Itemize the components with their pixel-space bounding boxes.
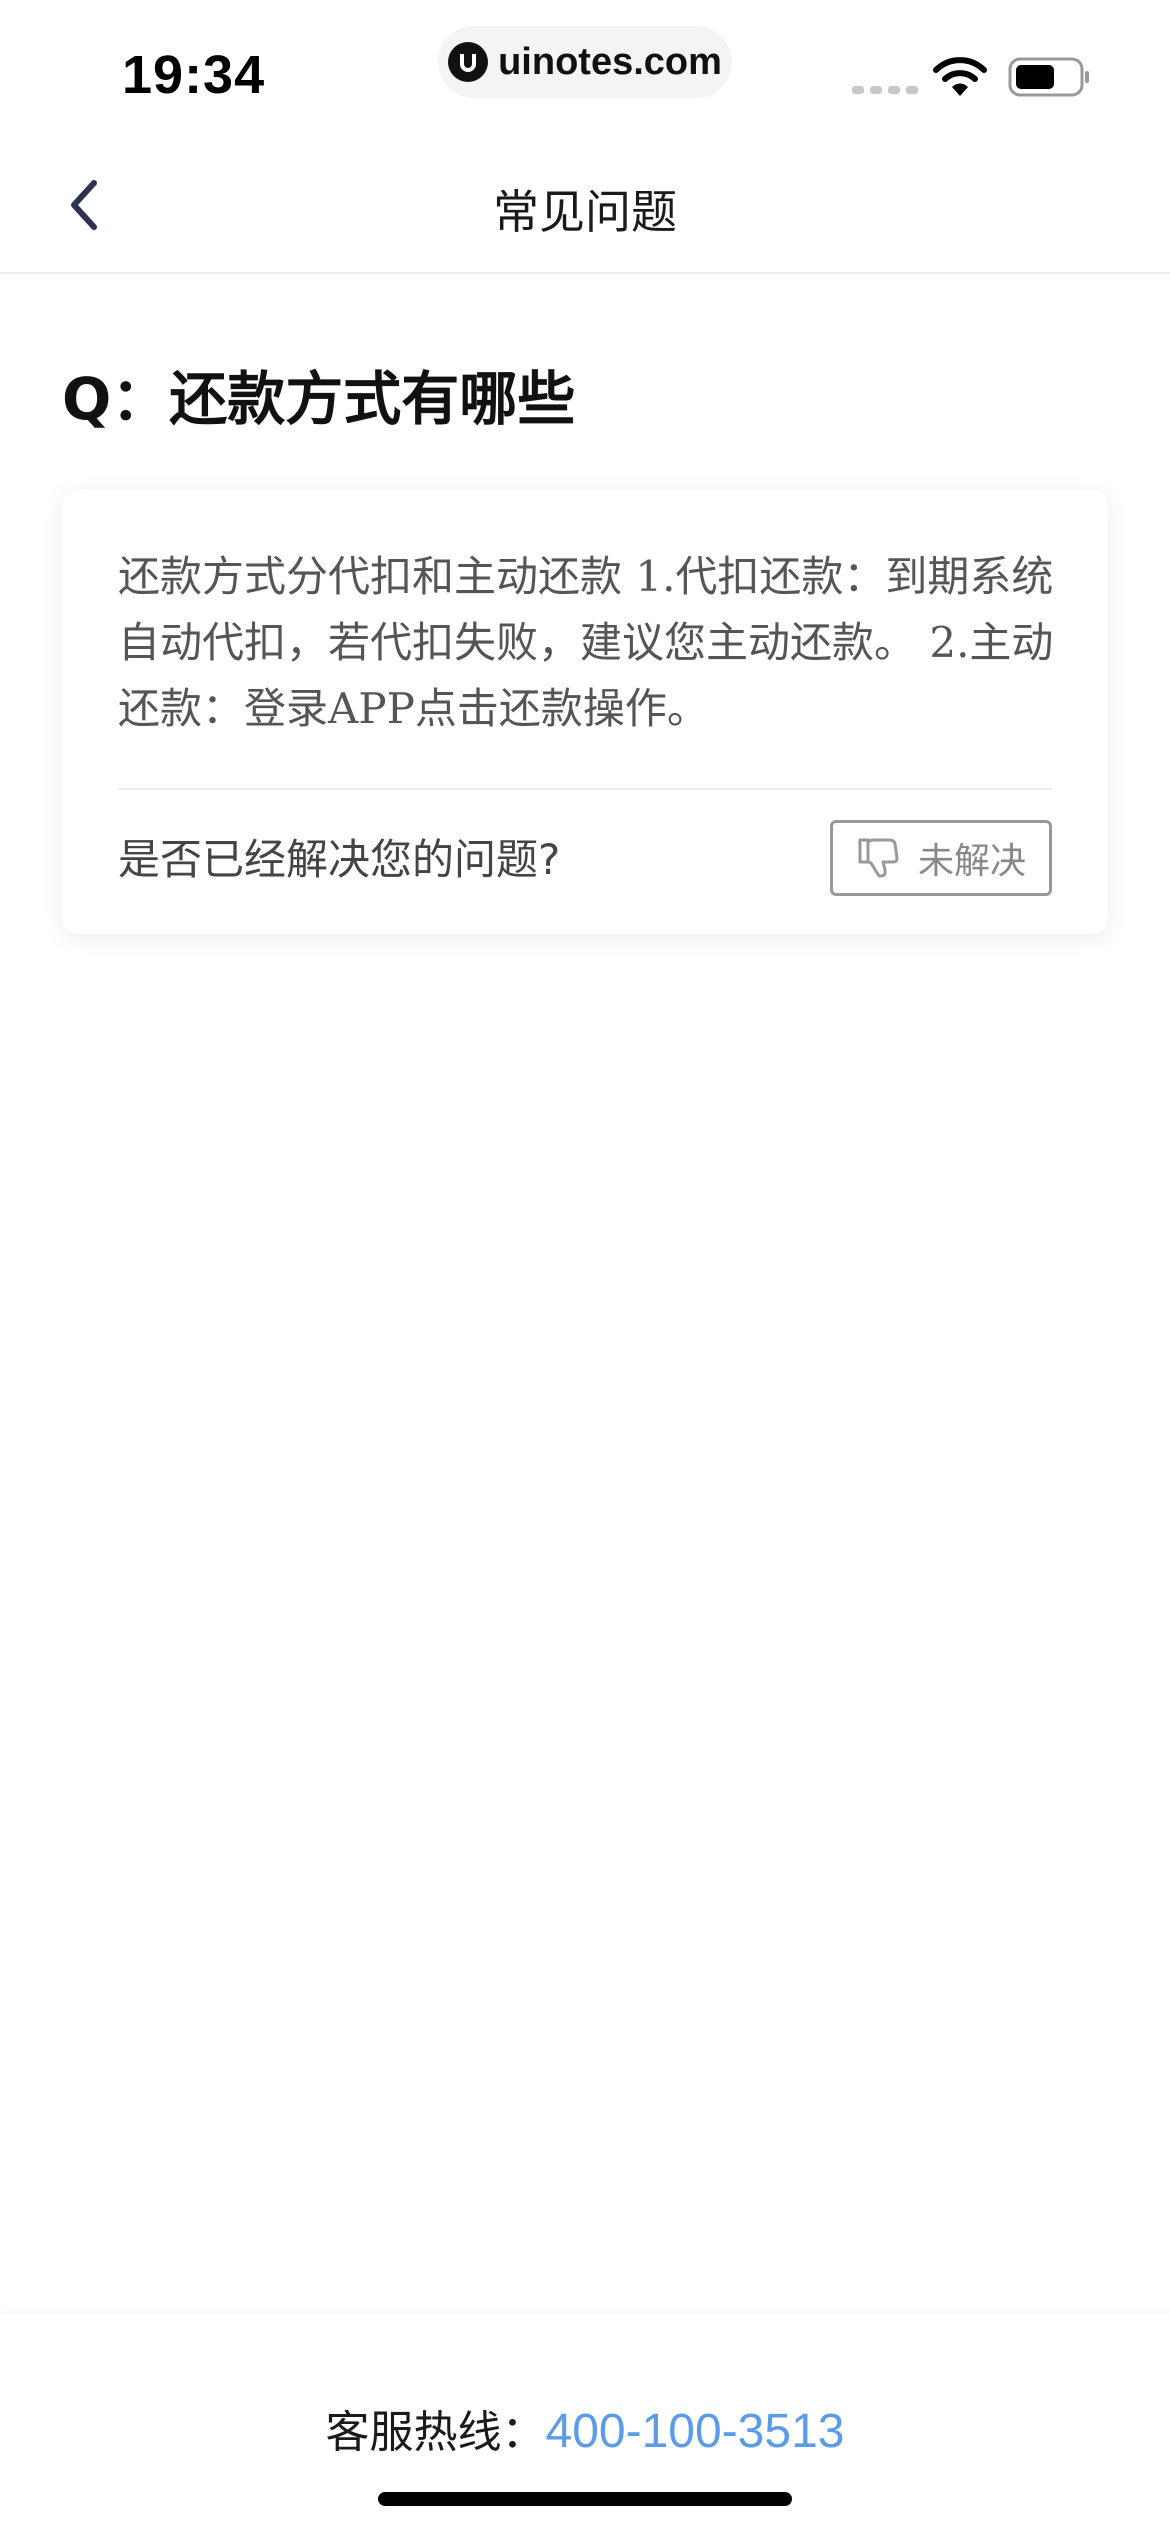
answer-text: 还款方式分代扣和主动还款 1.代扣还款：到期系统自动代扣，若代扣失败，建议您主动… (118, 552, 1054, 733)
question-title: Q：还款方式有哪些 (62, 365, 576, 433)
wifi-icon (932, 56, 988, 102)
thumbs-down-icon (858, 838, 899, 878)
status-time: 19:34 (122, 45, 266, 105)
url-pill[interactable]: uinotes.com (438, 26, 732, 98)
feedback-question: 是否已经解决您的问题? (118, 835, 561, 884)
nav-bar: 常见问题 (0, 140, 1170, 274)
battery-icon (1008, 56, 1092, 102)
answer-card: 还款方式分代扣和主动还款 1.代扣还款：到期系统自动代扣，若代扣失败，建议您主动… (62, 490, 1108, 934)
page-title: 常见问题 (493, 185, 677, 239)
status-bar: 19:34 uinotes.com (0, 0, 1170, 140)
unsolved-button[interactable]: 未解决 (830, 820, 1052, 896)
divider (118, 788, 1052, 790)
hotline-number-link[interactable]: 400-100-3513 (546, 2405, 845, 2458)
hotline: 客服热线：400-100-3513 (0, 2396, 1170, 2460)
url-text: uinotes.com (498, 40, 722, 83)
home-indicator[interactable] (378, 2492, 792, 2506)
hotline-label: 客服热线： (325, 2407, 546, 2458)
signal-icon (852, 86, 918, 94)
site-logo-icon (448, 42, 489, 82)
unsolved-label: 未解决 (917, 841, 1026, 882)
footer: 客服热线：400-100-3513 (0, 2314, 1170, 2532)
